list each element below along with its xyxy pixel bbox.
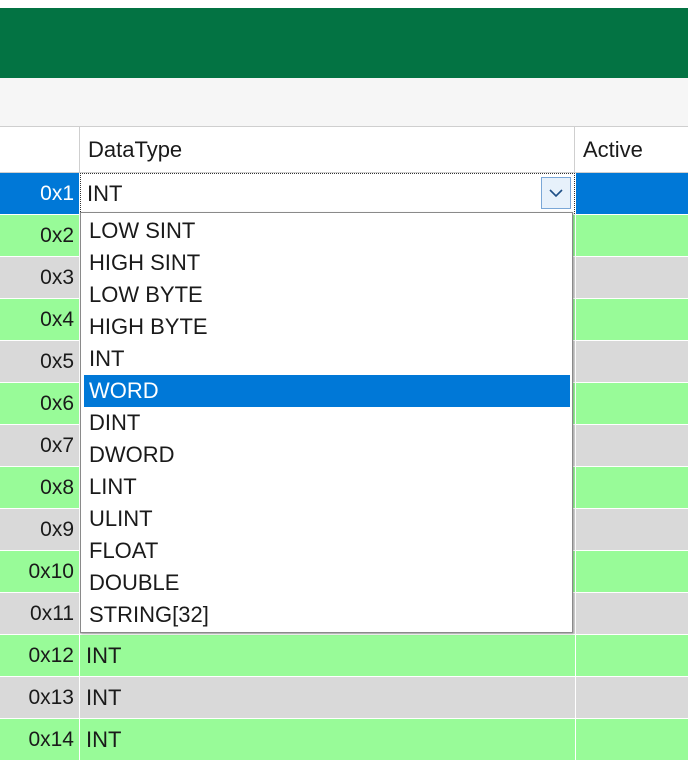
active-cell[interactable] xyxy=(576,341,688,382)
table-row[interactable]: 0x1 INT xyxy=(0,173,688,215)
column-header-index[interactable] xyxy=(0,127,80,173)
datatype-combobox[interactable]: INT xyxy=(80,173,575,214)
toolbar xyxy=(0,78,688,127)
column-header-active[interactable]: Active xyxy=(575,127,688,173)
datatype-cell[interactable]: INT xyxy=(86,635,121,676)
dropdown-option[interactable]: DWORD xyxy=(84,439,570,471)
dropdown-option[interactable]: HIGH SINT xyxy=(84,247,570,279)
title-bar xyxy=(0,8,688,78)
datatype-cell[interactable]: INT xyxy=(86,719,121,760)
dropdown-option[interactable]: DINT xyxy=(84,407,570,439)
dropdown-option[interactable]: LOW SINT xyxy=(84,215,570,247)
datatype-dropdown-list[interactable]: LOW SINT HIGH SINT LOW BYTE HIGH BYTE INT WOR… xyxy=(80,212,573,633)
active-cell[interactable] xyxy=(576,635,688,676)
row-index: 0x6 xyxy=(40,392,74,415)
active-cell[interactable] xyxy=(576,509,688,550)
active-cell[interactable] xyxy=(576,383,688,424)
active-cell[interactable] xyxy=(576,719,688,760)
row-index: 0x5 xyxy=(40,350,74,373)
active-cell[interactable] xyxy=(576,215,688,256)
row-index: 0x12 xyxy=(28,644,74,667)
chevron-down-icon xyxy=(549,189,563,198)
row-index: 0x14 xyxy=(28,728,74,751)
dropdown-option[interactable]: ULINT xyxy=(84,503,570,535)
row-index: 0x7 xyxy=(40,434,74,457)
dropdown-option[interactable]: HIGH BYTE xyxy=(84,311,570,343)
row-index: 0x11 xyxy=(30,602,74,625)
table-row[interactable]: 0x13 INT xyxy=(0,677,688,719)
row-index: 0x1 xyxy=(40,182,74,205)
cell-divider xyxy=(79,719,80,760)
dropdown-option[interactable]: WORD xyxy=(84,375,570,407)
row-index: 0x3 xyxy=(40,266,74,289)
dropdown-option[interactable]: LINT xyxy=(84,471,570,503)
combobox-value: INT xyxy=(87,181,123,206)
row-index: 0x13 xyxy=(28,686,74,709)
active-cell[interactable] xyxy=(576,593,688,634)
dropdown-button[interactable] xyxy=(541,177,571,209)
table-row[interactable]: 0x14 INT xyxy=(0,719,688,761)
cell-divider xyxy=(79,677,80,718)
dropdown-option[interactable]: INT xyxy=(84,343,570,375)
row-index: 0x4 xyxy=(40,308,74,331)
row-index: 0x10 xyxy=(28,560,74,583)
dropdown-option[interactable]: FLOAT xyxy=(84,535,570,567)
active-cell[interactable] xyxy=(576,257,688,298)
active-cell[interactable] xyxy=(576,173,688,214)
row-index: 0x8 xyxy=(40,476,74,499)
column-header-datatype[interactable]: DataType xyxy=(80,127,575,173)
cell-divider xyxy=(79,635,80,676)
active-cell[interactable] xyxy=(576,299,688,340)
active-cell[interactable] xyxy=(576,425,688,466)
row-index: 0x9 xyxy=(40,518,74,541)
dropdown-option[interactable]: STRING[32] xyxy=(84,599,570,631)
dropdown-option[interactable]: DOUBLE xyxy=(84,567,570,599)
dropdown-option[interactable]: LOW BYTE xyxy=(84,279,570,311)
active-cell[interactable] xyxy=(576,677,688,718)
active-cell[interactable] xyxy=(576,467,688,508)
row-index: 0x2 xyxy=(40,224,74,247)
active-cell[interactable] xyxy=(576,551,688,592)
table-row[interactable]: 0x12 INT xyxy=(0,635,688,677)
datatype-cell[interactable]: INT xyxy=(86,677,121,718)
